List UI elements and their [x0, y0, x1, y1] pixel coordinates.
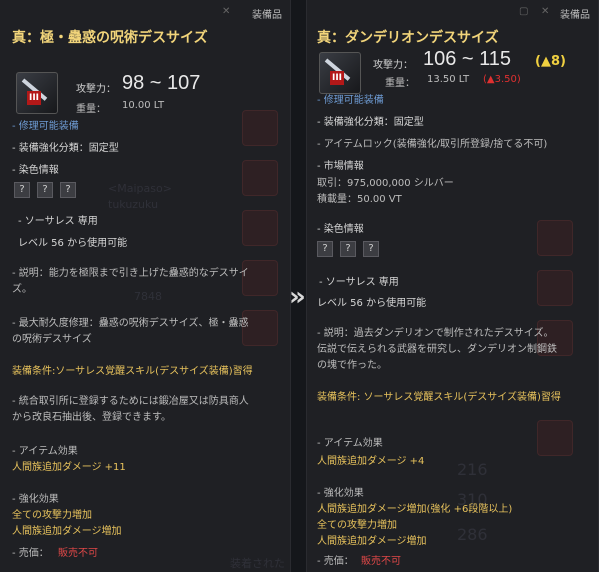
tooltip-current-item: <Maipaso> tukuzuku 7848 装着されたネ ✕ 装備品 真：極…	[0, 0, 291, 572]
background-text: 286	[457, 525, 488, 544]
item-title: 真：極・蠱惑の呪術デスサイズ	[12, 30, 208, 46]
background-slot	[537, 270, 573, 306]
dye-header: - 染色情報	[12, 165, 59, 176]
tooltip-compare-item: 216 310 286 ▢ ✕ 装備品 真：ダンデリオンデスサイズ III 攻撃…	[306, 0, 599, 572]
repairable-text: - 修理可能装備	[317, 95, 384, 106]
trade-note: から改良石抽出後、登録できます。	[12, 412, 171, 423]
effect-header: - アイテム効果	[12, 446, 78, 457]
enhance-effect-line: 全ての攻撃力増加	[317, 520, 397, 531]
enhance-effect-header: - 強化効果	[12, 494, 59, 505]
description-line: 伝説で伝えられる武器を研究し、ダンデリオン制鋼鉄	[317, 344, 557, 355]
equipped-label: 装備品	[560, 10, 590, 21]
level-requirement: レベル 56 から使用可能	[18, 238, 128, 249]
background-slot	[242, 110, 278, 146]
market-price: 取引：975,000,000 シルバー	[317, 178, 454, 189]
price-label: - 売価：	[12, 548, 49, 559]
background-slot	[537, 420, 573, 456]
enhance-effect-line: 全ての攻撃力増加	[12, 510, 92, 521]
attack-value: 106 ~ 115	[423, 48, 512, 70]
weight-value: 13.50 LT	[427, 74, 470, 85]
price-value: 販売不可	[361, 556, 401, 567]
enhance-effect-line: 人間族追加ダメージ増加	[317, 536, 427, 547]
dye-slot[interactable]: ?	[363, 241, 379, 257]
item-title: 真：ダンデリオンデスサイズ	[317, 30, 499, 46]
weight-label: 重量：	[385, 78, 415, 89]
equip-condition: 装備条件:ソーサレス覚醒スキル(デスサイズ装備)習得	[12, 366, 253, 377]
class-restriction: - ソーサレス 専用	[319, 277, 399, 288]
dye-header: - 染色情報	[317, 224, 364, 235]
enhance-type: - 装備強化分類：固定型	[317, 117, 424, 128]
background-text: 7848	[134, 290, 162, 303]
effect-line: 人間族追加ダメージ +11	[12, 462, 126, 473]
enhance-type: - 装備強化分類：固定型	[12, 143, 119, 154]
item-icon: III	[319, 52, 361, 94]
dye-slot[interactable]: ?	[60, 182, 76, 198]
weight-label: 重量：	[76, 104, 106, 115]
dye-slot[interactable]: ?	[317, 241, 333, 257]
max-durability-line: の呪術デスサイズ	[12, 334, 92, 345]
background-text: 216	[457, 460, 488, 479]
description-line: の塊で作った。	[317, 360, 387, 371]
dye-slot[interactable]: ?	[340, 241, 356, 257]
description-line: ズ。	[12, 284, 32, 295]
background-text: <Maipaso>	[108, 182, 172, 195]
max-durability-line: - 最大耐久度修理：蠱惑の呪術デスサイズ、極・蠱惑	[12, 318, 249, 329]
enhance-effect-line: 人間族追加ダメージ増加(強化 +6段階以上)	[317, 504, 513, 515]
compare-arrow: »	[289, 282, 306, 312]
weight-value: 10.00 LT	[122, 100, 165, 111]
enhance-effect-line: 人間族追加ダメージ増加	[12, 526, 122, 537]
market-weight: 積載量：50.00 VT	[317, 194, 402, 205]
attack-value: 98 ~ 107	[122, 72, 201, 94]
repairable-text: - 修理可能装備	[12, 121, 79, 132]
dye-slot[interactable]: ?	[37, 182, 53, 198]
effect-line: 人間族追加ダメージ +4	[317, 456, 425, 467]
effect-header: - アイテム効果	[317, 438, 383, 449]
price-label: - 売価：	[317, 556, 354, 567]
attack-diff: (▲8)	[535, 54, 566, 69]
lock-icon[interactable]: ✕	[541, 6, 549, 17]
attack-label: 攻撃力：	[76, 84, 116, 95]
weight-diff: (▲3.50)	[483, 74, 521, 85]
enhance-effect-header: - 強化効果	[317, 488, 364, 499]
pin-icon[interactable]: ✕	[222, 6, 230, 17]
market-header: - 市場情報	[317, 161, 364, 172]
background-slot	[537, 220, 573, 256]
trade-note: - 統合取引所に登録するためには鍛冶屋又は防具商人	[12, 396, 249, 407]
equipped-label: 装備品	[252, 10, 282, 21]
class-restriction: - ソーサレス 専用	[18, 216, 98, 227]
attack-label: 攻撃力：	[373, 60, 413, 71]
background-slot	[242, 160, 278, 196]
pin-icon[interactable]: ▢	[519, 6, 528, 17]
background-text: 装着されたネ	[230, 557, 285, 570]
equip-condition: 装備条件: ソーサレス覚醒スキル(デスサイズ装備)習得	[317, 392, 561, 403]
item-icon: III	[16, 72, 58, 114]
description-line: - 説明：能力を極限まで引き上げた蠱惑的なデスサイ	[12, 268, 249, 279]
level-requirement: レベル 56 から使用可能	[317, 298, 427, 309]
background-slot	[242, 210, 278, 246]
description-line: - 説明：過去ダンデリオンで制作されたデスサイズ。	[317, 328, 554, 339]
background-text: tukuzuku	[108, 198, 159, 211]
item-lock-text: - アイテムロック(装備強化/取引所登録/捨てる不可)	[317, 139, 548, 150]
dye-slot[interactable]: ?	[14, 182, 30, 198]
price-value: 販売不可	[58, 548, 98, 559]
